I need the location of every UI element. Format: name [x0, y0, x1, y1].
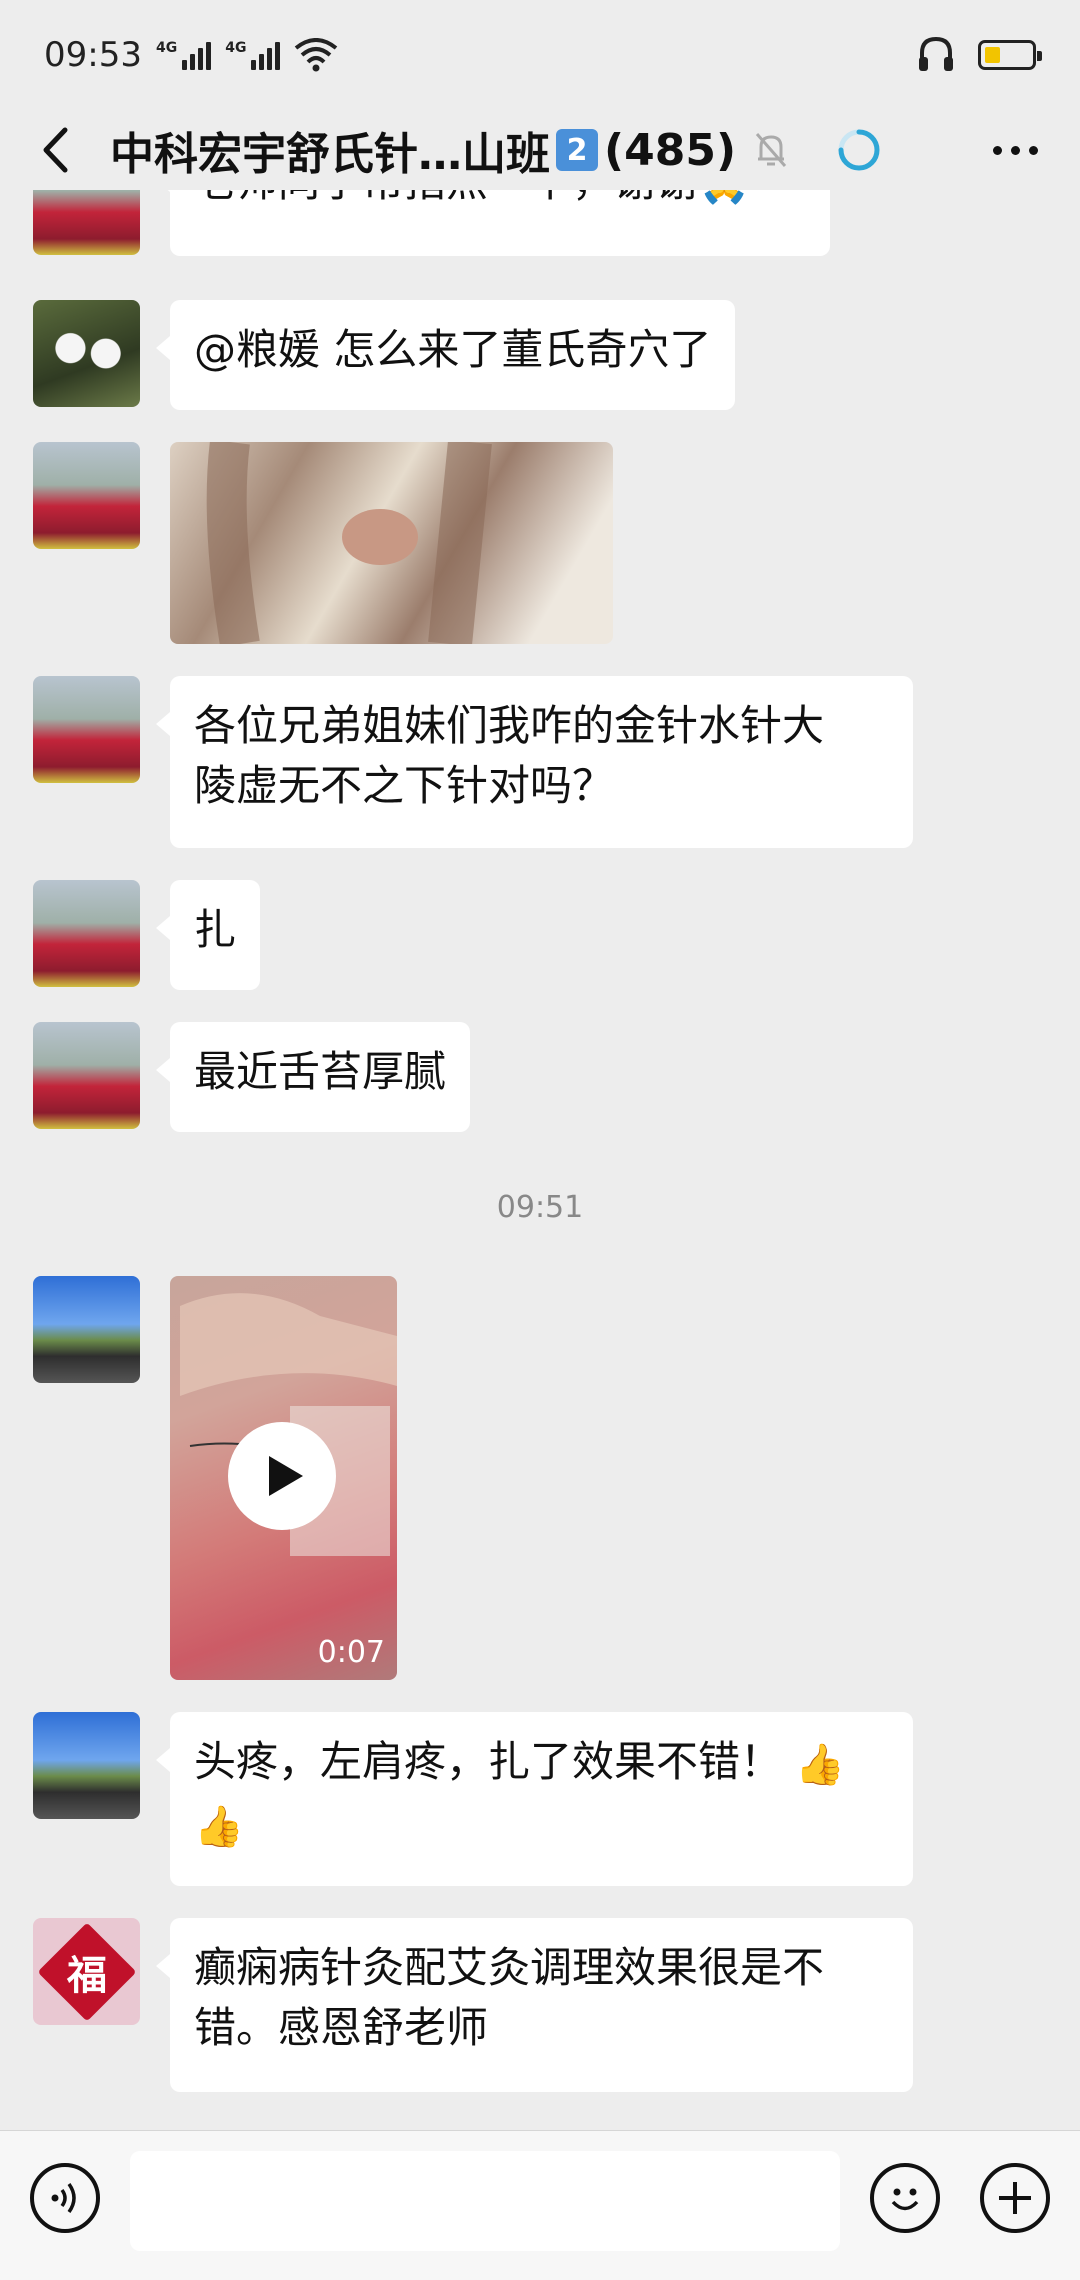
message-text: 扎: [194, 905, 237, 954]
message-bubble[interactable]: 扎: [155, 880, 261, 990]
chat-timestamp: 09:51: [496, 1190, 584, 1225]
loading-spinner-icon: [838, 129, 880, 171]
status-time: 09:53: [44, 35, 142, 75]
message-input-bar: [0, 2130, 1080, 2280]
message-text: @粮媛 怎么来了董氏奇穴了: [194, 325, 712, 374]
chevron-left-icon: [43, 127, 68, 173]
message-text-line: 癫痫病针灸配艾灸调理效果很是不: [194, 1943, 825, 1992]
video-duration: 0:07: [317, 1635, 385, 1670]
voice-icon: [51, 2182, 76, 2214]
fu-character-icon: 福: [37, 1922, 136, 2021]
sender-avatar[interactable]: [33, 676, 140, 783]
signal-icon: 4G: [155, 40, 212, 70]
network-type-label: 4G: [155, 40, 178, 56]
chat-title[interactable]: 中科宏宇舒氏针…山班 2 (485): [110, 118, 736, 182]
message-bubble[interactable]: @粮媛 怎么来了董氏奇穴了: [155, 300, 736, 410]
sender-avatar[interactable]: [33, 1022, 140, 1129]
photo-content: [206, 442, 492, 644]
emoji-button[interactable]: [870, 2163, 940, 2233]
chat-title-text: 中科宏宇舒氏针…山班: [110, 129, 550, 180]
status-left: 09:53 4G 4G: [44, 35, 338, 75]
add-attachment-button[interactable]: [980, 2163, 1050, 2233]
status-bar: 09:53 4G 4G: [0, 0, 1080, 110]
sender-avatar[interactable]: 福: [33, 1918, 140, 2025]
message-bubble[interactable]: 老师同学帮指点一下，谢谢🙏: [156, 190, 830, 256]
member-count: (485): [604, 124, 737, 176]
message-text-line: 头疼，左肩疼，扎了效果不错！: [194, 1737, 783, 1786]
message-text: 最近舌苔厚腻: [194, 1047, 447, 1096]
message-bubble[interactable]: 最近舌苔厚腻: [155, 1022, 471, 1132]
status-right: [916, 35, 1042, 75]
message-text-line: 各位兄弟姐妹们我咋的金针水针大: [194, 701, 825, 750]
message-input[interactable]: [130, 2151, 840, 2251]
chat-header: 中科宏宇舒氏针…山班 2 (485): [0, 110, 1080, 190]
message-bubble[interactable]: 头疼，左肩疼，扎了效果不错！ 👍 👍: [156, 1712, 913, 1886]
mute-bell-icon: [755, 133, 787, 167]
emoji-icon: [891, 2188, 919, 2211]
wifi-icon: [295, 38, 338, 72]
message-image[interactable]: [170, 442, 613, 644]
sender-avatar[interactable]: [33, 1712, 140, 1819]
play-button[interactable]: [228, 1422, 336, 1530]
keycap-badge: 2: [556, 129, 598, 171]
voice-input-button[interactable]: [30, 2163, 100, 2233]
sender-avatar[interactable]: [33, 880, 140, 987]
signal-icon-2: 4G: [225, 40, 281, 70]
thumbs-up-icon: 👍: [795, 1741, 846, 1788]
more-options-button[interactable]: [993, 145, 1060, 155]
sender-avatar[interactable]: [33, 442, 140, 549]
plus-icon: [999, 2182, 1031, 2214]
headset-icon: [919, 36, 953, 71]
thumbs-up-icon: 👍: [194, 1804, 244, 1850]
sender-avatar[interactable]: [33, 1276, 140, 1383]
message-text: 老师同学帮指点一下，谢谢🙏: [194, 190, 750, 206]
message-video[interactable]: 0:07: [170, 1276, 397, 1680]
back-button[interactable]: [20, 115, 90, 185]
battery-icon: [978, 40, 1042, 70]
sender-avatar[interactable]: [33, 190, 140, 255]
message-text-line: 错。感恩舒老师: [194, 2003, 489, 2052]
sender-avatar[interactable]: [33, 300, 140, 407]
message-text-line: 陵虚无不之下针对吗？: [194, 761, 615, 810]
network-type-label-2: 4G: [225, 40, 247, 56]
message-bubble[interactable]: 各位兄弟姐妹们我咋的金针水针大 陵虚无不之下针对吗？: [156, 676, 913, 848]
chat-message-list[interactable]: 老师同学帮指点一下，谢谢🙏 @粮媛 怎么来了董氏奇穴了 各位兄弟姐妹们我咋的金针…: [0, 190, 1080, 2130]
message-bubble[interactable]: 癫痫病针灸配艾灸调理效果很是不 错。感恩舒老师: [156, 1918, 913, 2092]
